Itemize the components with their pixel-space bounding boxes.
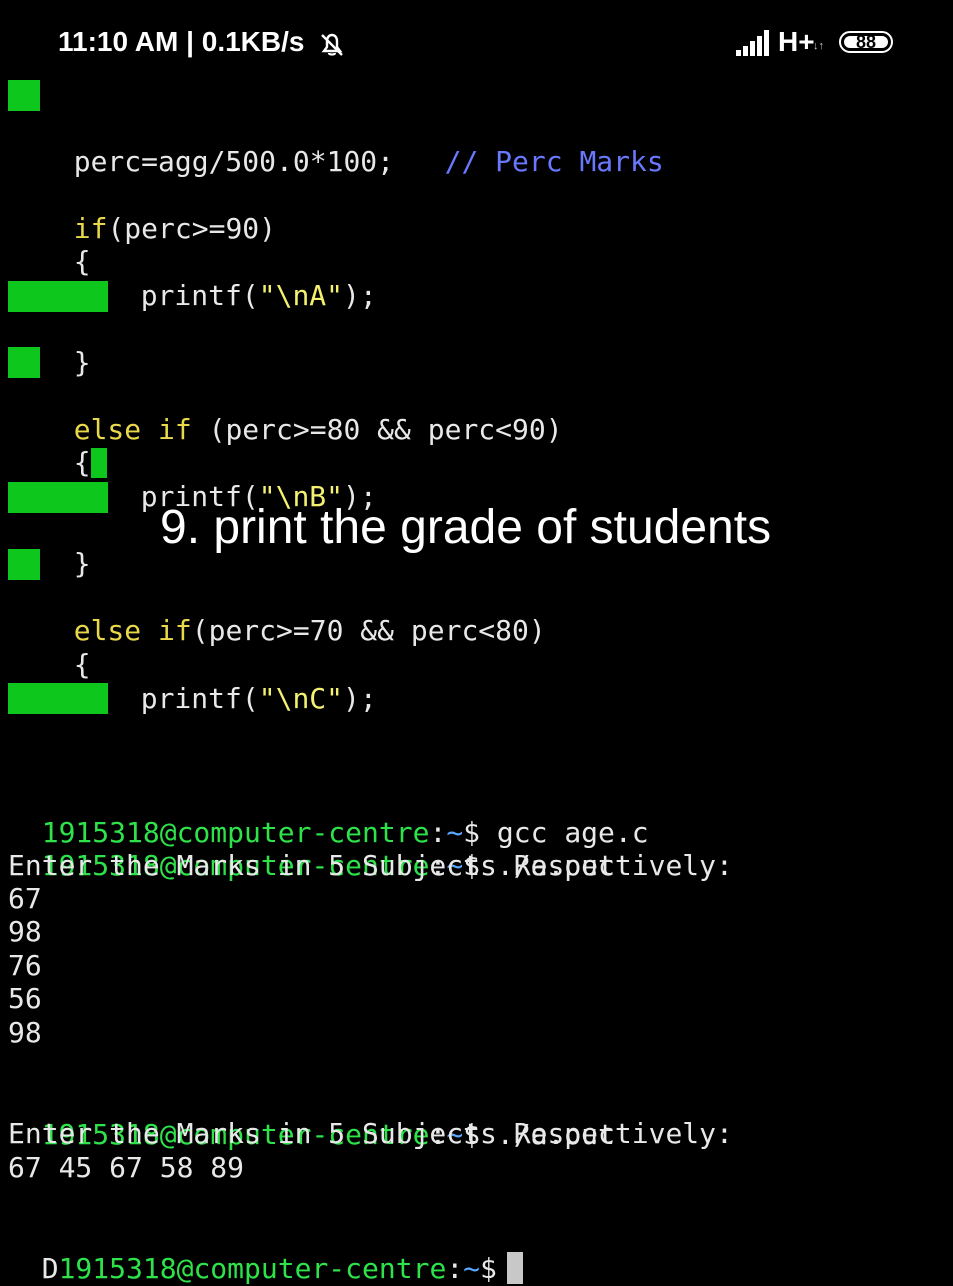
- code-line: {: [73, 648, 91, 681]
- network-type: H+: [778, 26, 815, 57]
- code-line: else if(perc>=70 && perc<80): [73, 614, 546, 647]
- terminal-output: Enter the Marks in 5 Subjects Respective…: [8, 1117, 733, 1150]
- terminal-input-mark: 76: [8, 949, 42, 982]
- terminal-input-mark: 98: [8, 915, 42, 948]
- code-line: {: [40, 412, 107, 480]
- selection-mark: [8, 683, 108, 714]
- bell-muted-icon: [321, 33, 343, 56]
- code-line: perc=agg/500.0*100; // Perc Marks: [73, 145, 664, 178]
- code-line: else if (perc>=80 && perc<90): [73, 413, 563, 446]
- terminal-output: Enter the Marks in 5 Subjects Respective…: [8, 849, 733, 882]
- terminal-input-line: 67 45 67 58 89: [8, 1151, 245, 1184]
- data-arrows-icon: ↓↑: [813, 40, 824, 52]
- code-line: printf("\nA");: [140, 279, 377, 312]
- selection-mark: [8, 281, 108, 312]
- terminal-cursor: [506, 1252, 523, 1284]
- selection-mark: [8, 347, 40, 378]
- terminal-input-mark: 56: [8, 982, 42, 1015]
- selection-mark: [8, 482, 108, 513]
- battery-icon: 88: [839, 31, 893, 53]
- code-line: {: [73, 245, 91, 278]
- code-line: }: [73, 346, 91, 379]
- selection-mark: [8, 549, 40, 580]
- terminal-input-mark: 98: [8, 1016, 42, 1049]
- selection-mark: [8, 80, 40, 111]
- editor-cursor: [90, 448, 107, 478]
- code-comment: // Perc Marks: [444, 145, 664, 178]
- status-time: 11:10 AM | 0.1KB/s: [58, 26, 305, 57]
- caption-overlay: 9. print the grade of students: [160, 501, 772, 554]
- battery-level: 88: [855, 32, 877, 52]
- terminal-active-prompt[interactable]: D1915318@computer-centre:~$: [8, 1218, 523, 1286]
- code-line: printf("\nC");: [140, 682, 377, 715]
- status-bar: 11:10 AM | 0.1KB/s H+ ↓↑ 88: [0, 0, 953, 70]
- code-line: }: [73, 547, 91, 580]
- signal-icon: [736, 30, 769, 56]
- terminal-input-mark: 67: [8, 882, 42, 915]
